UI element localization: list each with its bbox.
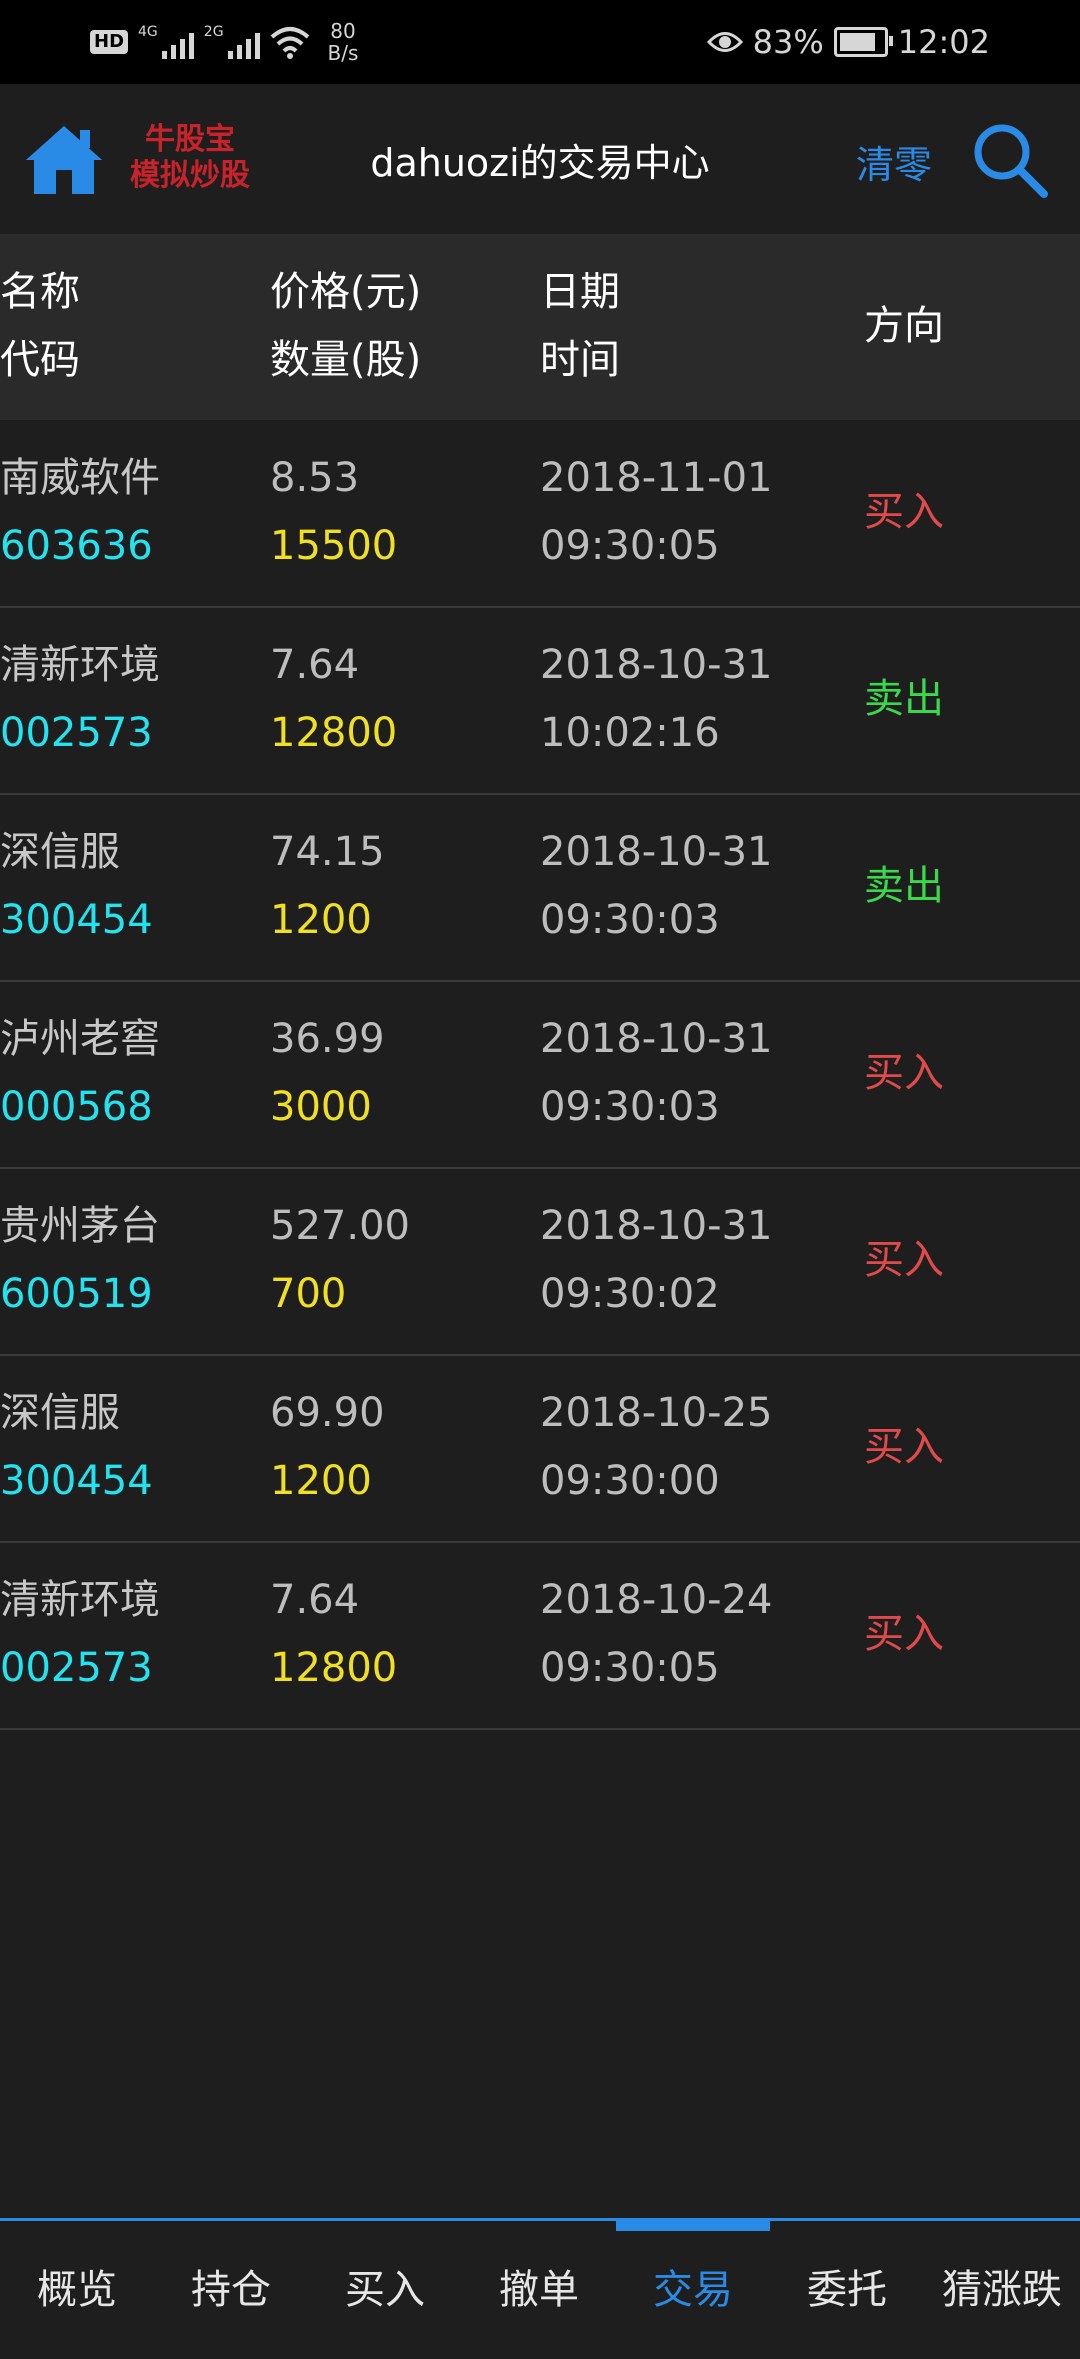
table-header: 名称 代码 价格(元) 数量(股) 日期 时间 方向 — [0, 234, 1080, 420]
hd-badge: HD — [90, 30, 129, 54]
search-icon[interactable] — [970, 120, 1050, 200]
trade-date: 2018-11-01 — [540, 455, 773, 501]
trade-quantity: 700 — [270, 1271, 347, 1317]
battery-icon — [833, 27, 893, 57]
stock-name: 清新环境 — [0, 642, 160, 688]
col-time-header: 时间 — [540, 337, 620, 383]
signal-4g-label: 4G — [138, 24, 158, 40]
trade-quantity: 1200 — [270, 897, 372, 943]
net-speed-value: 80 — [330, 19, 356, 43]
trade-quantity: 1200 — [270, 1458, 372, 1504]
table-row[interactable]: 清新环境 002573 7.64 12800 2018-10-24 09:30:… — [0, 1542, 1080, 1730]
trade-price: 74.15 — [270, 829, 385, 875]
trade-quantity: 12800 — [270, 1645, 398, 1691]
trade-price: 69.90 — [270, 1390, 385, 1436]
wifi-icon — [270, 27, 309, 59]
trade-date: 2018-10-31 — [540, 642, 773, 688]
status-right: 83% 12:02 — [706, 18, 990, 66]
trade-time: 09:30:03 — [540, 897, 720, 943]
col-code-header: 代码 — [0, 337, 80, 383]
stock-name: 泸州老窖 — [0, 1016, 160, 1062]
tab-cancel-order[interactable]: 撤单 — [462, 2221, 616, 2343]
signal-4g-icon: 4G — [138, 25, 194, 59]
col-qty-header: 数量(股) — [270, 337, 422, 383]
app-header: 牛股宝 模拟炒股 dahuozi的交易中心 清零 — [0, 84, 1080, 234]
signal-2g-label: 2G — [203, 24, 224, 40]
col-date-header: 日期 — [540, 269, 620, 315]
page-title: dahuozi的交易中心 — [370, 141, 710, 185]
col-price-header: 价格(元) — [270, 269, 422, 315]
trade-time: 09:30:03 — [540, 1084, 720, 1130]
table-row[interactable]: 深信服 300454 74.15 1200 2018-10-31 09:30:0… — [0, 794, 1080, 982]
trade-direction: 买入 — [864, 1050, 944, 1096]
logo-line-1: 牛股宝 — [145, 122, 235, 157]
trade-quantity: 12800 — [270, 710, 398, 756]
stock-code: 300454 — [0, 1458, 153, 1504]
trade-time: 10:02:16 — [540, 710, 720, 756]
tab-holdings[interactable]: 持仓 — [154, 2221, 308, 2343]
app-logo[interactable]: 牛股宝 模拟炒股 — [22, 122, 250, 202]
signal-2g-icon: 2G — [204, 25, 260, 59]
trade-direction: 买入 — [864, 1424, 944, 1470]
trade-direction: 买入 — [864, 489, 944, 535]
trade-direction: 买入 — [864, 1237, 944, 1283]
trade-direction: 买入 — [864, 1611, 944, 1657]
trade-price: 36.99 — [270, 1016, 385, 1062]
trade-price: 8.53 — [270, 455, 360, 501]
table-row[interactable]: 清新环境 002573 7.64 12800 2018-10-31 10:02:… — [0, 607, 1080, 795]
table-row[interactable]: 泸州老窖 000568 36.99 3000 2018-10-31 09:30:… — [0, 981, 1080, 1169]
tab-overview[interactable]: 概览 — [0, 2221, 154, 2343]
trade-direction: 卖出 — [864, 676, 944, 722]
stock-code: 002573 — [0, 1645, 153, 1691]
trade-date: 2018-10-31 — [540, 829, 773, 875]
tab-orders[interactable]: 委托 — [770, 2221, 924, 2343]
stock-name: 南威软件 — [0, 455, 160, 501]
tab-guess[interactable]: 猜涨跌 — [924, 2221, 1080, 2343]
stock-name: 深信服 — [0, 1390, 120, 1436]
trade-price: 7.64 — [270, 642, 360, 688]
eye-icon — [706, 32, 743, 52]
trade-date: 2018-10-25 — [540, 1390, 773, 1436]
stock-code: 600519 — [0, 1271, 153, 1317]
logo-text: 牛股宝 模拟炒股 — [120, 122, 260, 194]
stock-code: 300454 — [0, 897, 153, 943]
stock-code: 000568 — [0, 1084, 153, 1130]
trade-time: 09:30:00 — [540, 1458, 720, 1504]
stock-code: 603636 — [0, 523, 153, 569]
trade-time: 09:30:05 — [540, 1645, 720, 1691]
logo-line-2: 模拟炒股 — [130, 158, 250, 193]
col-direction-header: 方向 — [864, 303, 944, 349]
trade-date: 2018-10-31 — [540, 1016, 773, 1062]
bottom-nav: 概览 持仓 买入 撤单 交易 委托 猜涨跌 — [0, 2218, 1080, 2343]
stock-name: 深信服 — [0, 829, 120, 875]
battery-fill — [839, 33, 875, 51]
trade-time: 09:30:05 — [540, 523, 720, 569]
trade-price: 7.64 — [270, 1577, 360, 1623]
col-name-header: 名称 — [0, 269, 80, 315]
tab-buy[interactable]: 买入 — [308, 2221, 462, 2343]
home-icon — [26, 126, 102, 194]
stock-code: 002573 — [0, 710, 153, 756]
table-row[interactable]: 深信服 300454 69.90 1200 2018-10-25 09:30:0… — [0, 1355, 1080, 1543]
trade-price: 527.00 — [270, 1203, 410, 1249]
table-row[interactable]: 贵州茅台 600519 527.00 700 2018-10-31 09:30:… — [0, 1168, 1080, 1356]
reset-button[interactable]: 清零 — [856, 134, 932, 189]
net-speed-unit: B/s — [327, 41, 359, 65]
stock-name: 贵州茅台 — [0, 1203, 160, 1249]
net-speed: 80 B/s — [328, 20, 359, 64]
trade-time: 09:30:02 — [540, 1271, 720, 1317]
status-left: HD 4G 2G 80 B/s — [90, 18, 358, 66]
tab-trades[interactable]: 交易 — [616, 2221, 770, 2343]
clock: 12:02 — [897, 23, 990, 61]
trade-direction: 卖出 — [864, 863, 944, 909]
table-row[interactable]: 南威软件 603636 8.53 15500 2018-11-01 09:30:… — [0, 420, 1080, 608]
trade-date: 2018-10-24 — [540, 1577, 773, 1623]
trade-quantity: 15500 — [270, 523, 398, 569]
trade-date: 2018-10-31 — [540, 1203, 773, 1249]
status-bar: HD 4G 2G 80 B/s 83% 12:02 — [0, 0, 1080, 84]
battery-percent: 83% — [752, 23, 824, 61]
trade-quantity: 3000 — [270, 1084, 372, 1130]
stock-name: 清新环境 — [0, 1577, 160, 1623]
